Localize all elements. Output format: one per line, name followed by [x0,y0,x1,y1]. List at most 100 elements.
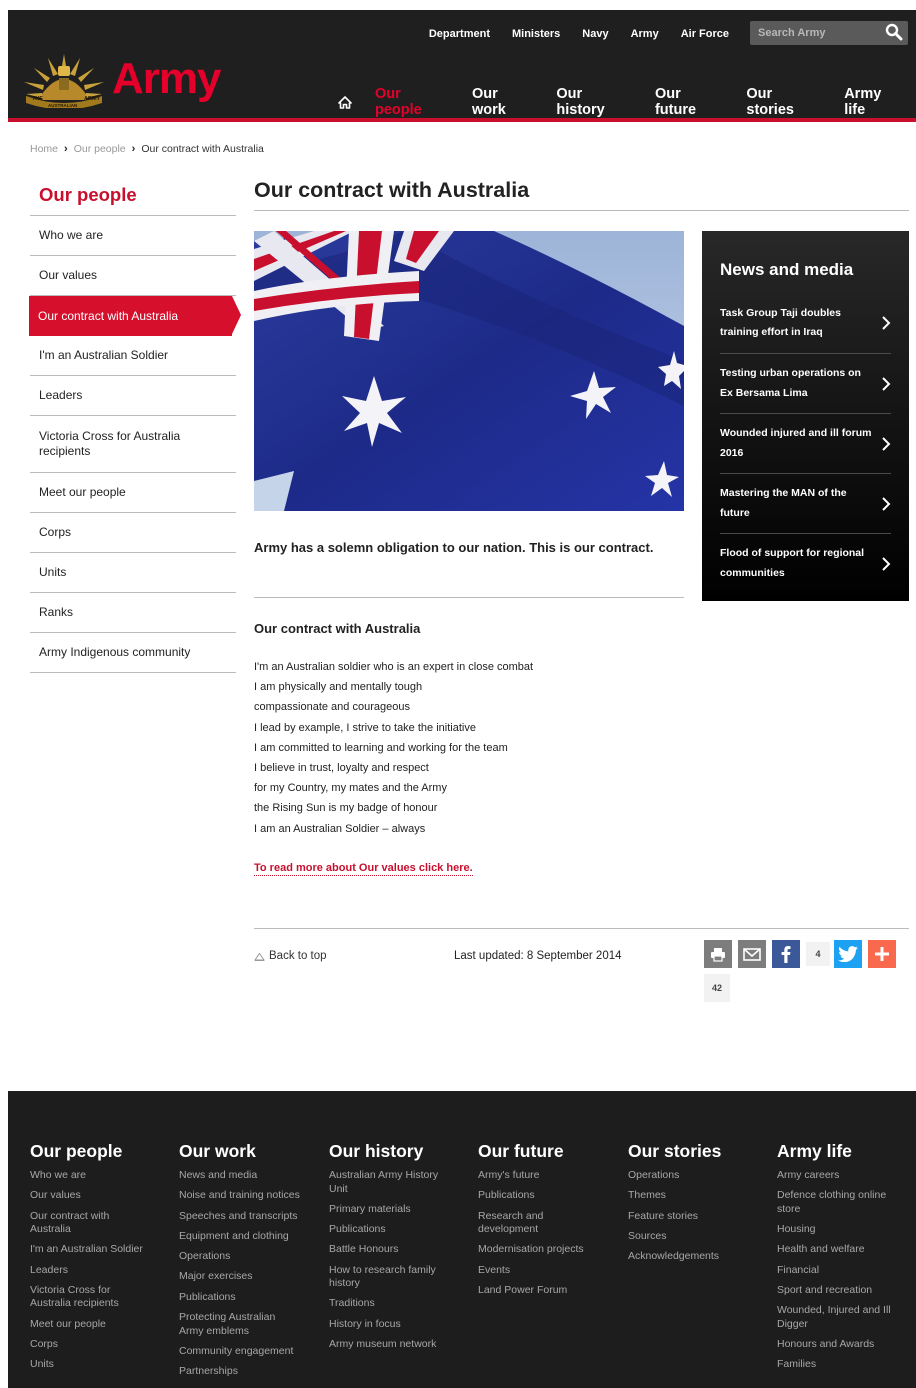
footer-link[interactable]: How to research family history [329,1264,451,1291]
footer-link[interactable]: Army museum network [329,1338,469,1352]
footer-link[interactable]: Battle Honours [329,1243,469,1257]
news-item[interactable]: Testing urban operations on Ex Bersama L… [720,353,891,413]
utility-link-air-force[interactable]: Air Force [670,28,740,40]
divider [254,597,684,598]
print-button[interactable] [704,940,732,968]
footer-link[interactable]: Community engagement [179,1345,319,1359]
footer-link[interactable]: Honours and Awards [777,1338,905,1352]
email-button[interactable] [738,940,766,968]
footer-link[interactable]: Publications [179,1291,319,1305]
army-logo[interactable]: THE ARMY AUSTRALIAN Army [18,48,233,110]
footer-link[interactable]: News and media [179,1169,319,1183]
news-item[interactable]: Mastering the MAN of the future [720,473,891,533]
footer-link[interactable]: Defence clothing online store [777,1189,905,1216]
footer-link[interactable]: Who we are [30,1169,170,1183]
sidebar-item-meet-our-people[interactable]: Meet our people [30,473,236,513]
footer-link[interactable]: Speeches and transcripts [179,1210,319,1224]
footer-link[interactable]: Wounded, Injured and Ill Digger [777,1304,905,1331]
footer-link[interactable]: I'm an Australian Soldier [30,1243,170,1257]
page-title: Our contract with Australia [254,178,909,211]
footer-link[interactable]: Australian Army History Unit [329,1169,454,1196]
sidebar-item-ranks[interactable]: Ranks [30,593,236,633]
sidebar-item-indigenous[interactable]: Army Indigenous community [30,633,236,673]
footer-link[interactable]: Leaders [30,1264,170,1278]
sidebar-item-leaders[interactable]: Leaders [30,376,236,416]
footer-link[interactable]: Traditions [329,1297,469,1311]
search-input[interactable] [750,21,876,45]
news-item[interactable]: Task Group Taji doubles training effort … [720,293,891,353]
main-nav-army-life[interactable]: Army life [833,86,916,118]
footer-column-our-history: Our history Australian Army History Unit… [329,1141,469,1358]
creed-line: I am physically and mentally tough [254,681,423,694]
sidebar-item-australian-soldier[interactable]: I'm an Australian Soldier [30,336,236,376]
utility-link-army[interactable]: Army [620,28,670,40]
breadcrumb-our-people[interactable]: Our people [74,143,126,155]
footer-link[interactable]: Primary materials [329,1203,469,1217]
footer-link[interactable]: Sources [628,1230,768,1244]
footer-link[interactable]: Protecting Australian Army emblems [179,1311,294,1338]
main-nav-our-work[interactable]: Our work [461,86,545,118]
logo-text: Army [112,54,221,103]
our-values-link[interactable]: To read more about Our values click here… [254,861,473,876]
back-to-top-link[interactable]: Back to top [254,950,327,962]
footer-link[interactable]: Army's future [478,1169,618,1183]
footer-link[interactable]: Housing [777,1223,905,1237]
footer-link[interactable]: Publications [329,1223,469,1237]
main-nav: Our people Our work Our history Our futu… [328,86,916,118]
utility-link-department[interactable]: Department [418,28,501,40]
news-item[interactable]: Flood of support for regional communitie… [720,533,891,593]
chevron-right-icon [882,436,891,451]
addthis-share-count: 42 [704,974,730,1002]
footer-link[interactable]: Meet our people [30,1318,170,1332]
footer-column-our-work: Our work News and media Noise and traini… [179,1141,319,1385]
footer-link[interactable]: Our contract with Australia [30,1210,140,1237]
footer-link[interactable]: Events [478,1264,618,1278]
footer-link[interactable]: Themes [628,1189,768,1203]
twitter-share-button[interactable] [834,940,862,968]
footer-link[interactable]: Corps [30,1338,170,1352]
footer-link[interactable]: Operations [179,1250,319,1264]
search-box [750,21,908,45]
chevron-right-icon [882,376,891,391]
footer-link[interactable]: Operations [628,1169,768,1183]
sidebar-item-our-values[interactable]: Our values [30,256,236,296]
footer-link[interactable]: Our values [30,1189,170,1203]
footer-link[interactable]: Sport and recreation [777,1284,905,1298]
section-sidebar: Our people Who we are Our values Our con… [29,182,241,673]
footer-link[interactable]: Publications [478,1189,618,1203]
news-item[interactable]: Wounded injured and ill forum 2016 [720,413,891,473]
sidebar-item-victoria-cross[interactable]: Victoria Cross for Australia recipients [30,416,236,473]
footer-link[interactable]: Units [30,1358,170,1372]
sidebar-item-who-we-are[interactable]: Who we are [30,216,236,256]
footer-link[interactable]: Health and welfare [777,1243,905,1257]
breadcrumb-home[interactable]: Home [30,143,58,155]
sidebar-item-our-contract[interactable]: Our contract with Australia [29,296,241,336]
main-nav-our-future[interactable]: Our future [644,86,735,118]
footer-link[interactable]: Army careers [777,1169,905,1183]
footer-link[interactable]: Noise and training notices [179,1189,319,1203]
footer-link[interactable]: History in focus [329,1318,469,1332]
utility-link-navy[interactable]: Navy [571,28,619,40]
footer-link[interactable]: Feature stories [628,1210,768,1224]
sidebar-item-units[interactable]: Units [30,553,236,593]
facebook-share-button[interactable] [772,940,800,968]
main-nav-our-stories[interactable]: Our stories [735,86,833,118]
sidebar-item-corps[interactable]: Corps [30,513,236,553]
utility-link-ministers[interactable]: Ministers [501,28,571,40]
footer-link[interactable]: Major exercises [179,1270,319,1284]
search-button[interactable] [884,23,904,43]
footer-link[interactable]: Partnerships [179,1365,319,1379]
home-link[interactable] [328,95,364,109]
footer-link[interactable]: Equipment and clothing [179,1230,319,1244]
footer-link[interactable]: Research and development [478,1210,568,1237]
footer-link[interactable]: Financial [777,1264,905,1278]
main-nav-our-people[interactable]: Our people [364,86,461,118]
news-item-title: Flood of support for regional communitie… [720,547,865,579]
footer-link[interactable]: Land Power Forum [478,1284,618,1298]
footer-link[interactable]: Families [777,1358,905,1372]
footer-link[interactable]: Victoria Cross for Australia recipients [30,1284,150,1311]
footer-link[interactable]: Acknowledgements [628,1250,768,1264]
addthis-share-button[interactable] [868,940,896,968]
footer-link[interactable]: Modernisation projects [478,1243,618,1257]
main-nav-our-history[interactable]: Our history [545,86,644,118]
